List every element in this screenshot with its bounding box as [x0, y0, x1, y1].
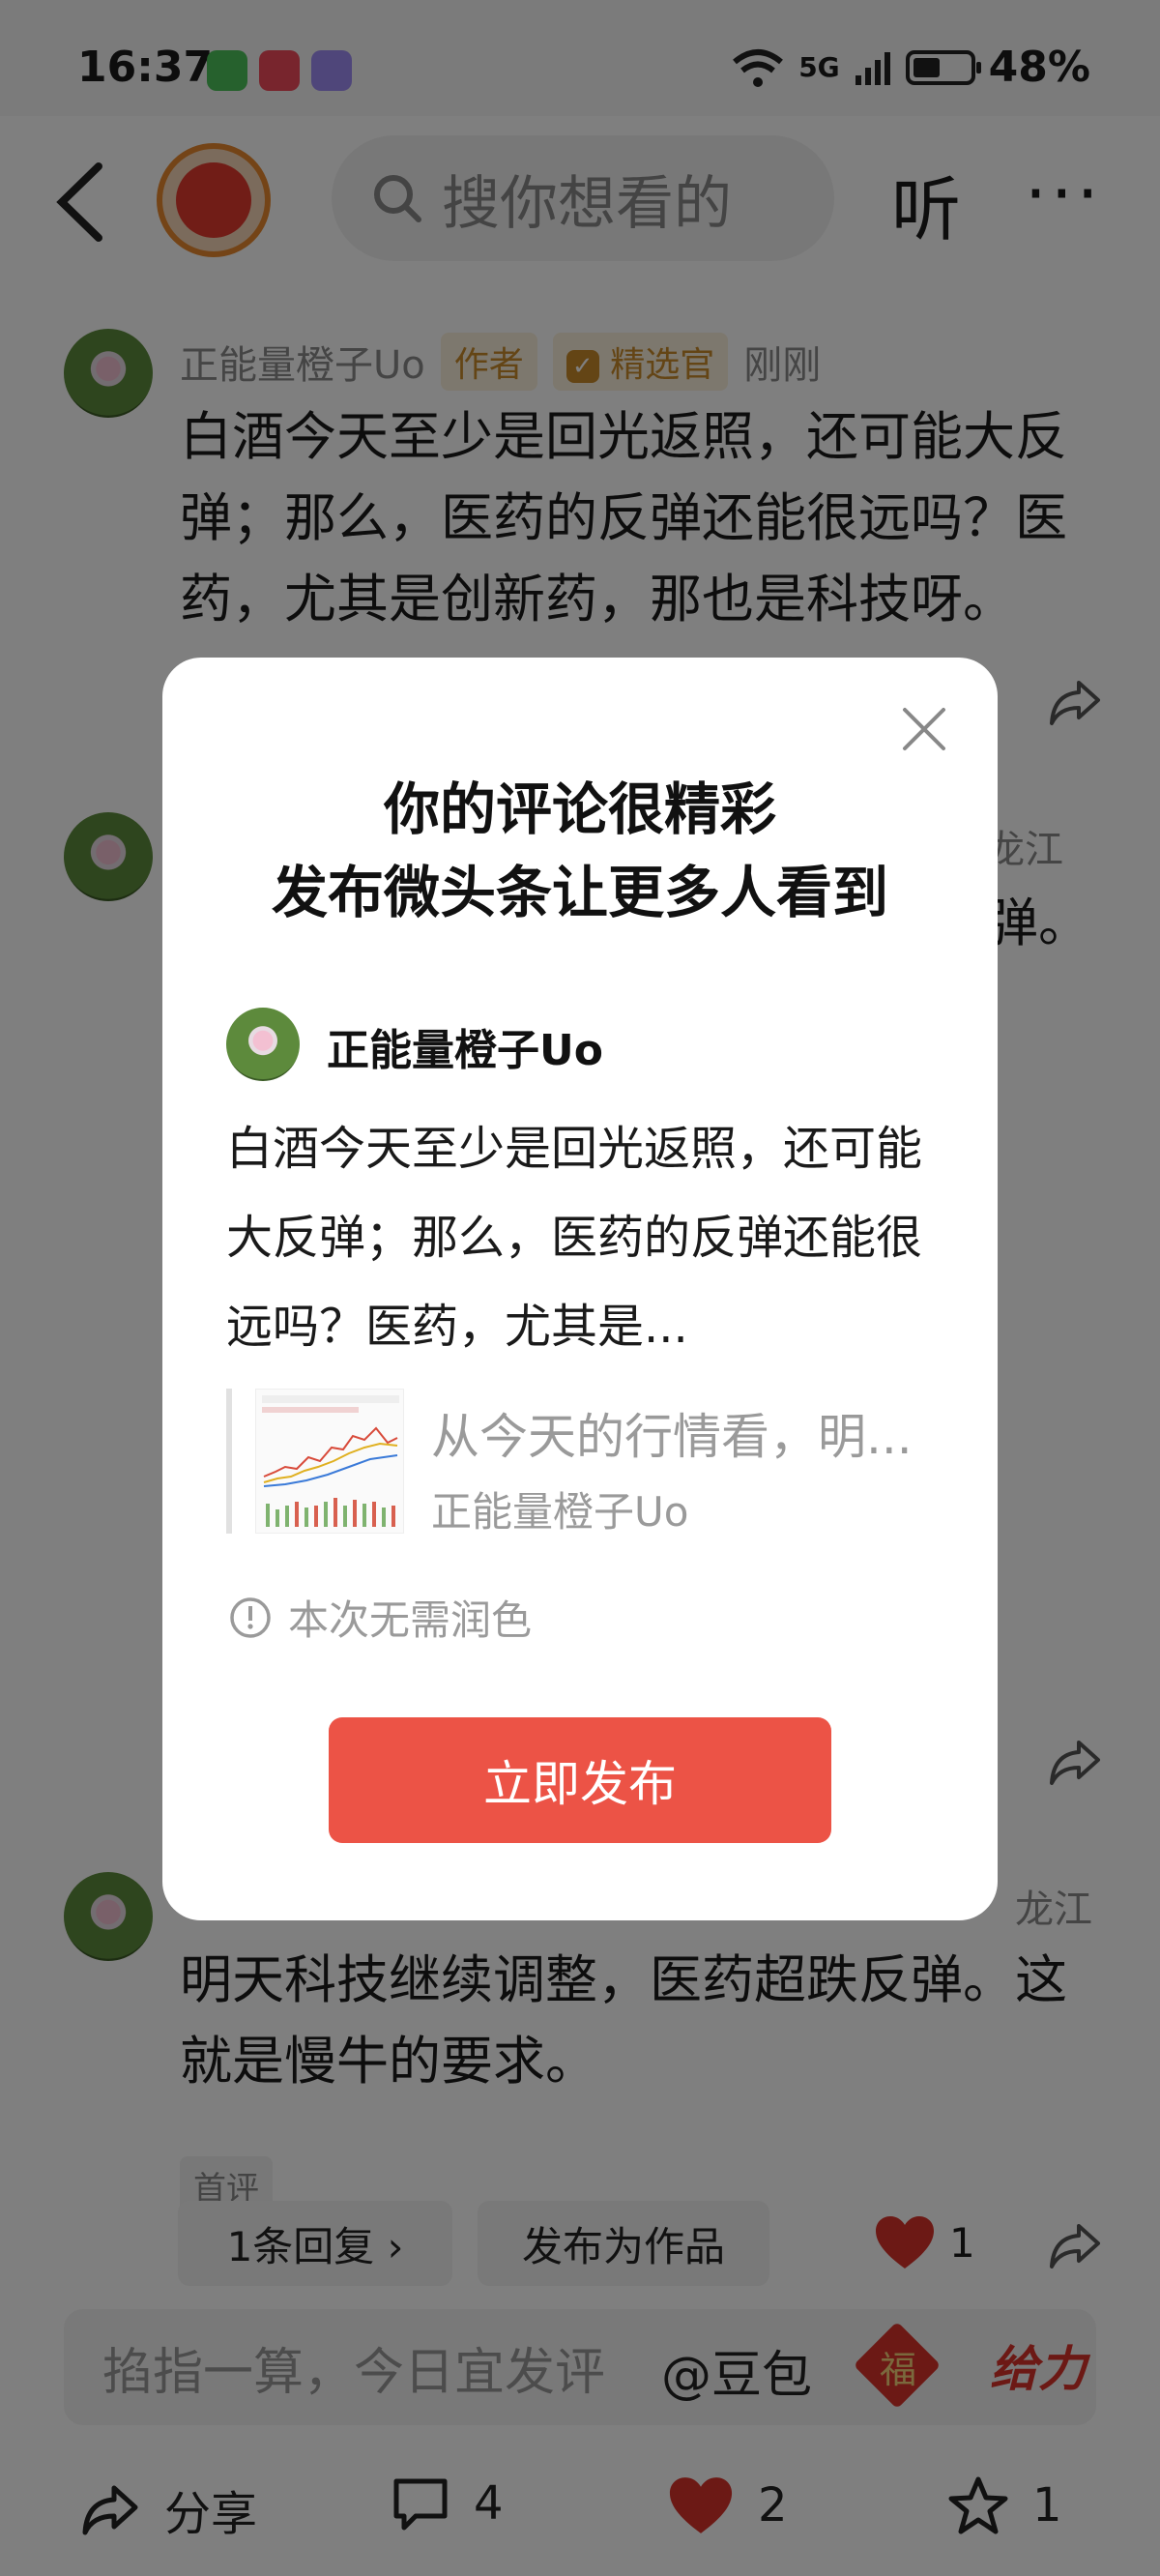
post-text: 白酒今天至少是回光返照，还可能大反弹；那么，医药的反弹还能很远吗？医药，尤其是.… [226, 1122, 923, 1354]
polish-note: 本次无需润色 [228, 1588, 532, 1647]
avatar [226, 1008, 300, 1081]
dialog-title: 你的评论很精彩 [383, 776, 776, 842]
publish-dialog: 你的评论很精彩 发布微头条让更多人看到 正能量橙子Uo 白酒今天至少是回光返照，… [162, 658, 998, 1920]
publish-now-button[interactable]: 立即发布 [329, 1717, 831, 1843]
publish-now-label: 立即发布 [483, 1756, 677, 1812]
dialog-subtitle: 发布微头条让更多人看到 [271, 860, 888, 925]
stock-chart-thumbnail [262, 1395, 399, 1527]
quoted-article-author: 正能量橙子Uo [431, 1488, 689, 1536]
info-icon [230, 1596, 271, 1638]
quote-divider [226, 1389, 232, 1534]
quoted-article-title: 从今天的行情看，明... [431, 1409, 913, 1465]
polish-note-text: 本次无需润色 [288, 1596, 533, 1644]
article-thumbnail [255, 1389, 404, 1534]
post-author: 正能量橙子Uo [327, 1026, 603, 1075]
close-icon[interactable] [899, 704, 949, 754]
